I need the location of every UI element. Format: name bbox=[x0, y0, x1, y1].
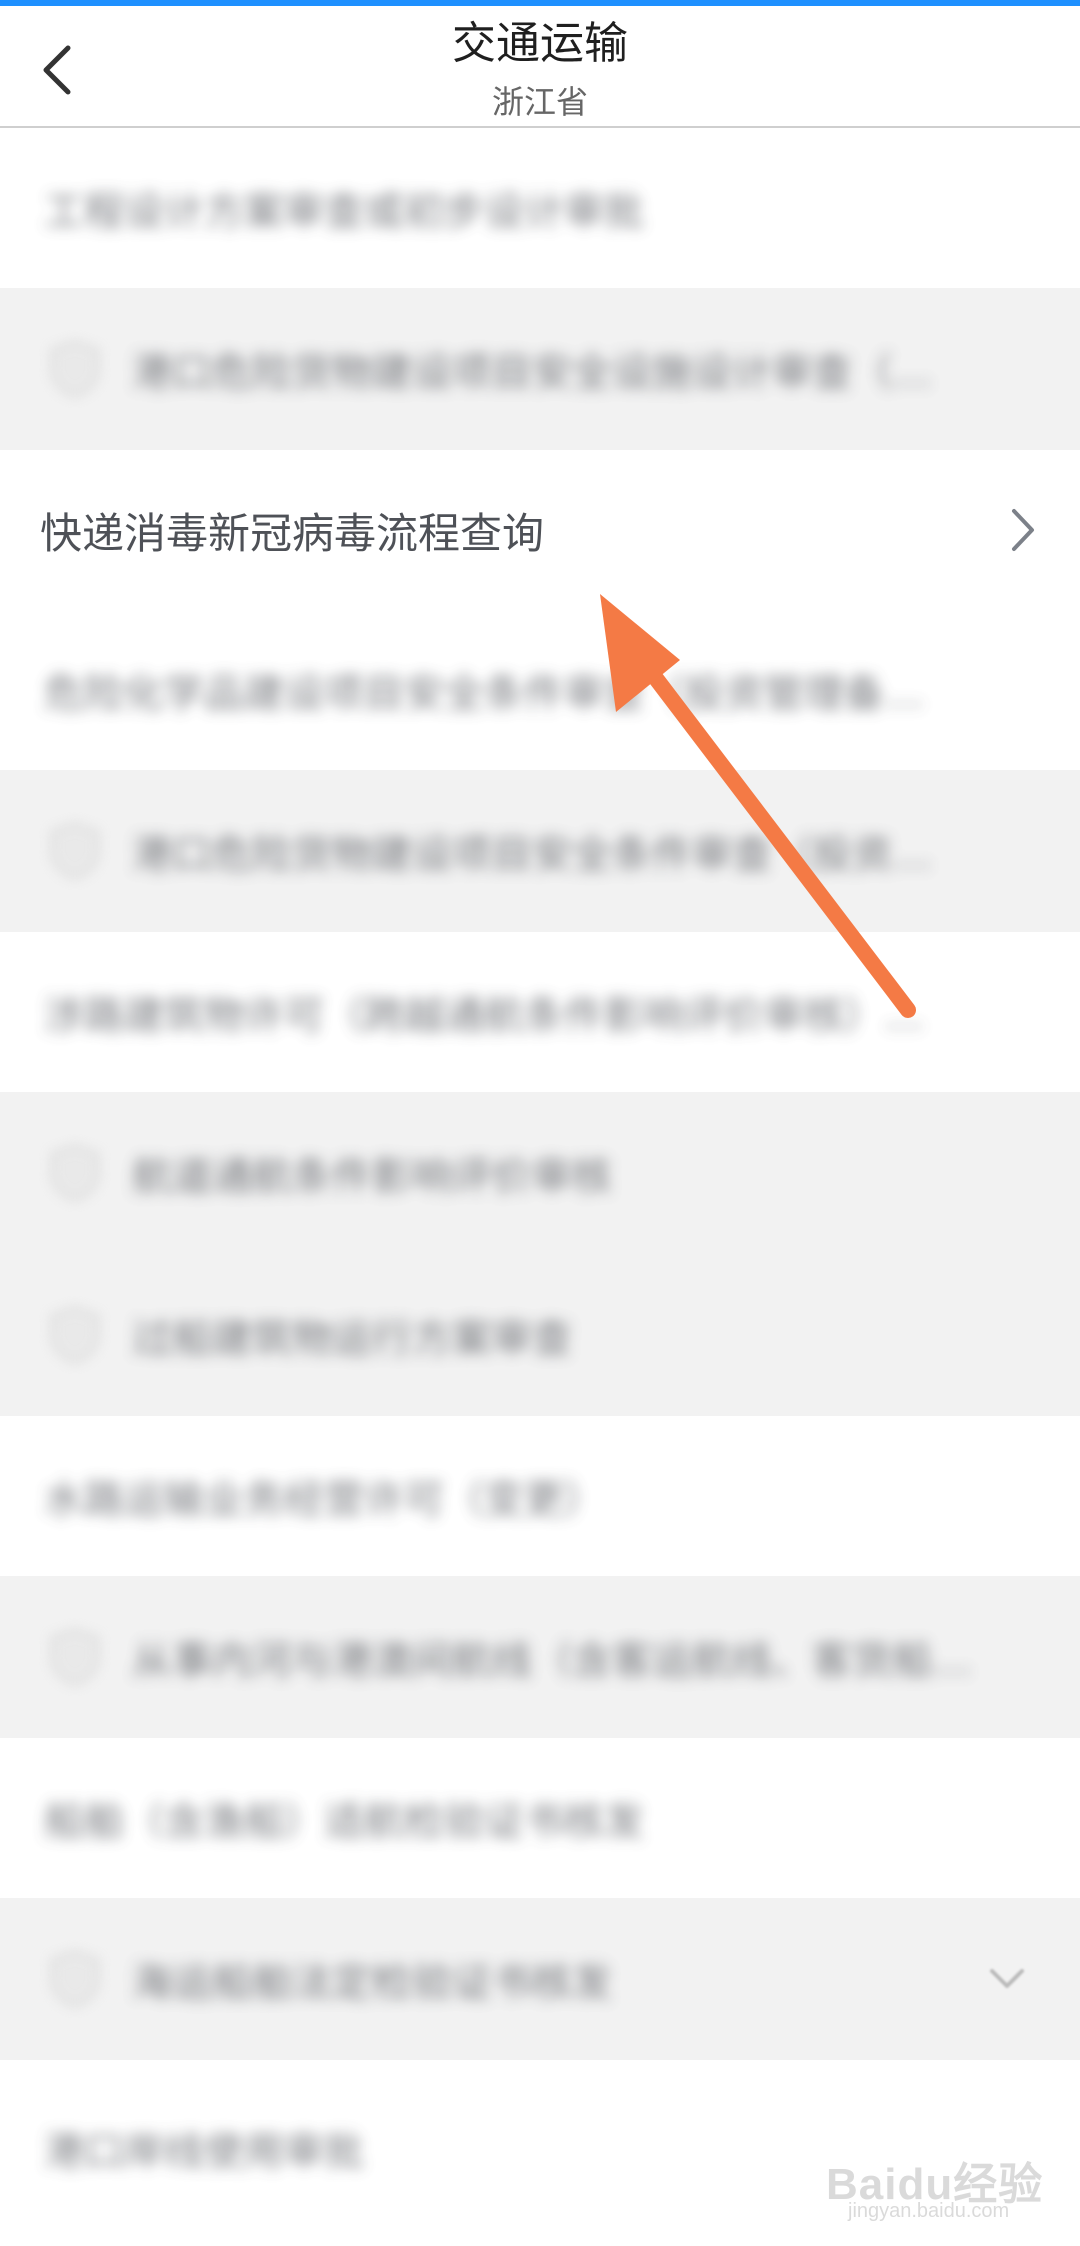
list-item[interactable]: 港口危险货物建设项目安全条件审查（投资… bbox=[0, 770, 1080, 932]
service-list: 工程设计方案审查或初步设计审批 港口危险货物建设项目安全设施设计审查（… 快递消… bbox=[0, 128, 1080, 2236]
list-item-label: 从事内河与港澳间航线（含客运航线、客货船… bbox=[132, 1638, 972, 1684]
list-item-label: 危险化学品建设项目安全条件审查（投资管理备… bbox=[44, 671, 924, 717]
watermark-url: jingyan.baidu.com bbox=[848, 2200, 1010, 2222]
list-item[interactable]: 海运船舶法定检验证书核发 bbox=[0, 1898, 1080, 2060]
list-item-label: 水路运输业务经营许可（变更） bbox=[44, 1477, 604, 1523]
list-item-label: 海运船舶法定检验证书核发 bbox=[132, 1960, 612, 2006]
chevron-right-icon bbox=[1012, 509, 1034, 551]
shield-icon bbox=[50, 1628, 100, 1686]
list-item-label: 快递消毒新冠病毒流程查询 bbox=[40, 508, 545, 558]
list-item[interactable]: 工程设计方案审查或初步设计审批 bbox=[0, 128, 1080, 288]
list-item[interactable]: 水路运输业务经营许可（变更） bbox=[0, 1416, 1080, 1576]
page-title: 交通运输 bbox=[452, 18, 628, 69]
list-item-label: 过船建筑物运行方案审查 bbox=[132, 1316, 572, 1362]
list-item[interactable]: 船舶（含渔船）适航检验证书核发 bbox=[0, 1738, 1080, 1898]
list-item-highlighted[interactable]: 快递消毒新冠病毒流程查询 bbox=[0, 450, 1080, 610]
list-item[interactable]: 航道通航条件影响评价审核 bbox=[0, 1092, 1080, 1254]
list-item-label: 港口岸线使用审批 bbox=[44, 2129, 364, 2175]
chevron-down-icon[interactable] bbox=[988, 1967, 1026, 1991]
nav-header: 交通运输 浙江省 bbox=[0, 6, 1080, 128]
page-subtitle: 浙江省 bbox=[491, 83, 588, 121]
list-item[interactable]: 危险化学品建设项目安全条件审查（投资管理备… bbox=[0, 610, 1080, 770]
shield-icon bbox=[50, 340, 100, 398]
list-item-label: 港口危险货物建设项目安全条件审查（投资… bbox=[132, 832, 932, 878]
list-item-label: 工程设计方案审查或初步设计审批 bbox=[44, 189, 644, 235]
list-item-label: 航道通航条件影响评价审核 bbox=[132, 1154, 612, 1200]
list-item-label: 港口危险货物建设项目安全设施设计审查（… bbox=[132, 350, 932, 396]
list-item[interactable]: 港口危险货物建设项目安全设施设计审查（… bbox=[0, 288, 1080, 450]
list-item[interactable]: 从事内河与港澳间航线（含客运航线、客货船… bbox=[0, 1576, 1080, 1738]
list-item[interactable]: 过船建筑物运行方案审查 bbox=[0, 1254, 1080, 1416]
shield-icon bbox=[50, 1306, 100, 1364]
watermark-logo: Baidu经验 jingyan.baidu.com bbox=[822, 2118, 1072, 2228]
shield-icon bbox=[50, 822, 100, 880]
list-item-label: 船舶（含渔船）适航检验证书核发 bbox=[44, 1799, 644, 1845]
list-item[interactable]: 涉路建筑物许可（跨越通航条件影响评价审核）… bbox=[0, 932, 1080, 1092]
shield-icon bbox=[50, 1144, 100, 1202]
shield-icon bbox=[50, 1950, 100, 2008]
list-item-label: 涉路建筑物许可（跨越通航条件影响评价审核）… bbox=[44, 993, 924, 1039]
